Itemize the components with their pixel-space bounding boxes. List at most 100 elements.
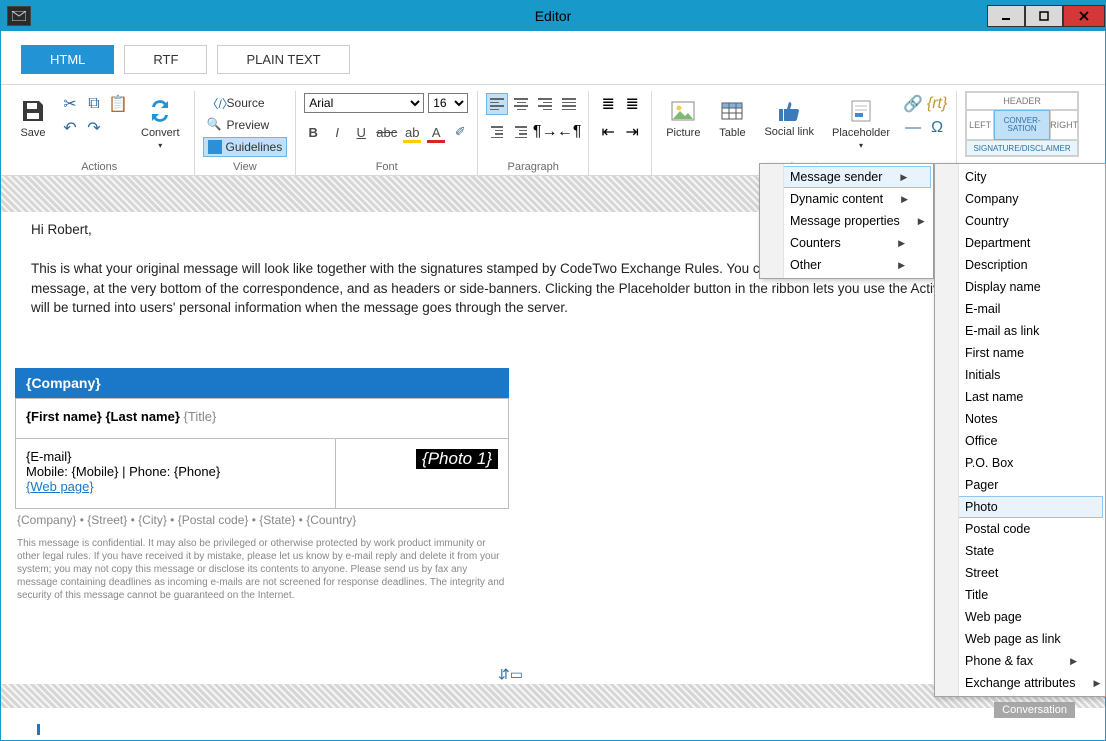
group-label-font: Font	[376, 157, 398, 175]
link-button[interactable]: 🔗	[902, 93, 924, 115]
guidelines-button[interactable]: Guidelines	[203, 137, 288, 157]
sender-menu-item-country[interactable]: Country	[937, 210, 1103, 232]
table-icon	[718, 97, 746, 125]
sender-menu-item-city[interactable]: City	[937, 166, 1103, 188]
font-color-button[interactable]: A	[427, 123, 445, 141]
minimize-button[interactable]	[987, 5, 1025, 27]
sender-menu-item-state[interactable]: State	[937, 540, 1103, 562]
sender-menu-item-notes[interactable]: Notes	[937, 408, 1103, 430]
template-right[interactable]: RIGHT	[1050, 110, 1078, 140]
bullet-list-button[interactable]: ≣	[597, 93, 619, 115]
sender-menu-item-description[interactable]: Description	[937, 254, 1103, 276]
paste-button[interactable]: 📋	[107, 93, 129, 115]
sender-menu-item-e-mail-as-link[interactable]: E-mail as link	[937, 320, 1103, 342]
sender-menu-item-postal-code[interactable]: Postal code	[937, 518, 1103, 540]
placeholder-menu[interactable]: Message sender▶Dynamic content▶Message p…	[759, 163, 934, 279]
sender-menu-item-department[interactable]: Department	[937, 232, 1103, 254]
number-list-button[interactable]: ≣	[621, 93, 643, 115]
quote-bar	[37, 724, 40, 735]
bold-button[interactable]: B	[304, 123, 322, 141]
social-link-button[interactable]: Social link	[758, 93, 820, 142]
tab-rtf[interactable]: RTF	[124, 45, 207, 74]
sender-menu-item-title[interactable]: Title	[937, 584, 1103, 606]
highlight-button[interactable]: ab	[403, 123, 421, 141]
placeholder-menu-item-dynamic-content[interactable]: Dynamic content▶	[762, 188, 931, 210]
editor-window: Editor HTML RTF PLAIN TEXT Save ✂ ⧉	[0, 0, 1106, 741]
align-left-button[interactable]	[486, 93, 508, 115]
ribbon-group-lists: ≣ ≣ ⇤ ⇥	[589, 91, 652, 175]
template-conversation[interactable]: CONVER-SATION	[994, 110, 1050, 140]
redo-button[interactable]: ↷	[83, 117, 105, 139]
submenu-arrow-icon: ▶	[918, 216, 925, 227]
underline-button[interactable]: U	[352, 123, 370, 141]
template-signature[interactable]: SIGNATURE/DISCLAIMER	[966, 140, 1078, 156]
sender-menu-item-pager[interactable]: Pager	[937, 474, 1103, 496]
sender-menu-item-web-page-as-link[interactable]: Web page as link	[937, 628, 1103, 650]
app-icon	[7, 6, 31, 26]
ltr-button[interactable]: ¶→	[534, 121, 556, 143]
tab-html[interactable]: HTML	[21, 45, 114, 74]
message-sender-submenu[interactable]: CityCompanyCountryDepartmentDescriptionD…	[934, 163, 1106, 697]
sender-menu-item-phone-fax[interactable]: Phone & fax▶	[937, 650, 1103, 672]
sender-menu-item-last-name[interactable]: Last name	[937, 386, 1103, 408]
sender-menu-item-first-name[interactable]: First name	[937, 342, 1103, 364]
save-button[interactable]: Save	[13, 93, 53, 143]
align-justify-button[interactable]	[558, 93, 580, 115]
placeholder-menu-item-message-sender[interactable]: Message sender▶	[762, 166, 931, 188]
maximize-button[interactable]	[1025, 5, 1063, 27]
sender-menu-item-web-page[interactable]: Web page	[937, 606, 1103, 628]
undo-button[interactable]: ↶	[59, 117, 81, 139]
sender-menu-item-initials[interactable]: Initials	[937, 364, 1103, 386]
remove-tag-button[interactable]: {rt}	[926, 93, 948, 115]
split-handle-icon[interactable]: ⇵▭	[498, 666, 523, 683]
template-header[interactable]: HEADER	[966, 92, 1078, 110]
mode-tabs: HTML RTF PLAIN TEXT	[1, 31, 1105, 84]
placeholder-button[interactable]: Placeholder ▾	[826, 93, 896, 154]
italic-button[interactable]: I	[328, 123, 346, 141]
cut-button[interactable]: ✂	[59, 93, 81, 115]
placeholder-menu-item-message-properties[interactable]: Message properties▶	[762, 210, 931, 232]
list-outdent-button[interactable]: ⇤	[597, 121, 619, 143]
thumbs-up-icon	[775, 97, 803, 125]
align-center-button[interactable]	[510, 93, 532, 115]
list-indent-button[interactable]: ⇥	[621, 121, 643, 143]
placeholder-menu-item-counters[interactable]: Counters▶	[762, 232, 931, 254]
font-name-select[interactable]: Arial	[304, 93, 424, 113]
template-layout: HEADER LEFT CONVER-SATION RIGHT SIGNATUR…	[965, 91, 1079, 157]
copy-button[interactable]: ⧉	[83, 93, 105, 115]
align-right-button[interactable]	[534, 93, 556, 115]
ribbon-group-actions: Save ✂ ⧉ 📋 ↶ ↷ Convert ▾	[5, 91, 195, 175]
preview-button[interactable]: 🔍Preview	[203, 115, 288, 135]
sender-menu-item-exchange-attributes[interactable]: Exchange attributes▶	[937, 672, 1103, 694]
window-title: Editor	[535, 8, 572, 24]
close-button[interactable]	[1063, 5, 1105, 27]
picture-button[interactable]: Picture	[660, 93, 706, 143]
table-button[interactable]: Table	[712, 93, 752, 143]
outdent-button[interactable]	[486, 121, 508, 143]
source-button[interactable]: 〈/〉Source	[203, 93, 288, 113]
strikethrough-button[interactable]: abc	[376, 123, 397, 141]
convert-button[interactable]: Convert ▾	[135, 93, 186, 154]
indent-button[interactable]	[510, 121, 532, 143]
sender-menu-item-display-name[interactable]: Display name	[937, 276, 1103, 298]
rtl-button[interactable]: ←¶	[558, 121, 580, 143]
font-size-select[interactable]: 16	[428, 93, 468, 113]
tab-plain-text[interactable]: PLAIN TEXT	[217, 45, 349, 74]
sender-menu-item-e-mail[interactable]: E-mail	[937, 298, 1103, 320]
sender-menu-item-p-o-box[interactable]: P.O. Box	[937, 452, 1103, 474]
group-label-actions: Actions	[81, 157, 117, 175]
clear-format-button[interactable]: ✐	[451, 123, 469, 141]
sender-menu-item-photo[interactable]: Photo	[937, 496, 1103, 518]
signature-disclaimer: This message is confidential. It may als…	[15, 531, 509, 608]
sender-menu-item-company[interactable]: Company	[937, 188, 1103, 210]
hr-button[interactable]: —	[902, 117, 924, 139]
template-left[interactable]: LEFT	[966, 110, 994, 140]
group-label-view: View	[233, 157, 257, 175]
symbol-button[interactable]: Ω	[926, 117, 948, 139]
signature-block[interactable]: {Company} {First name} {Last name} {Titl…	[15, 368, 509, 608]
signature-web-link[interactable]: {Web page}	[26, 479, 94, 494]
placeholder-menu-item-other[interactable]: Other▶	[762, 254, 931, 276]
sender-menu-item-street[interactable]: Street	[937, 562, 1103, 584]
ribbon: Save ✂ ⧉ 📋 ↶ ↷ Convert ▾	[1, 84, 1105, 175]
sender-menu-item-office[interactable]: Office	[937, 430, 1103, 452]
